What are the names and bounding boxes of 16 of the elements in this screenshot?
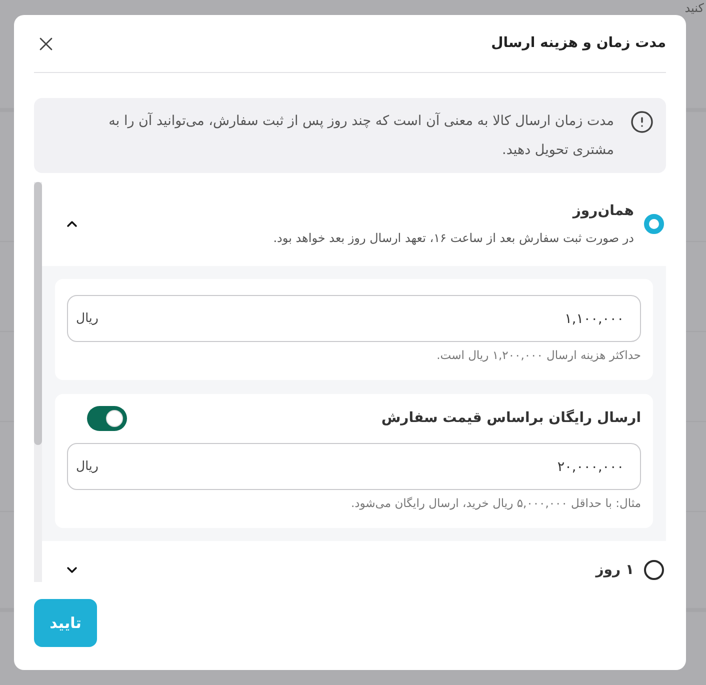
cost-hint: حداکثر هزینه ارسال ۱,۲۰۰,۰۰۰ ریال است. xyxy=(436,347,641,364)
backdrop-text: کنید xyxy=(684,0,704,16)
scrollbar-thumb[interactable] xyxy=(34,182,42,445)
currency-unit: ریال xyxy=(76,457,98,475)
free-shipping-hint: مثال: با حداقل ۵,۰۰۰,۰۰۰ ریال خرید، ارسال رایگان می‌شود. xyxy=(350,495,641,512)
free-shipping-label: ارسال رایگان براساس قیمت سفارش xyxy=(381,408,641,428)
toggle-switch[interactable] xyxy=(87,406,127,431)
option-description: در صورت ثبت سفارش بعد از ساعت ۱۶، تعهد ارسال روز بعد خواهد بود. xyxy=(272,230,634,247)
alert-icon xyxy=(630,110,654,134)
dialog-title: مدت زمان و هزینه ارسال xyxy=(491,34,666,53)
info-text: مدت زمان ارسال کالا به معنی آن است که چند روز پس از ثبت سفارش، می‌توانید آن را به مشتری تحویل دهید. xyxy=(108,112,614,160)
option-label: همان‌روز xyxy=(571,202,634,221)
currency-unit: ریال xyxy=(76,309,98,327)
radio-button[interactable] xyxy=(644,214,664,234)
option-label: ۱ روز xyxy=(594,561,634,580)
radio-button[interactable] xyxy=(644,560,664,580)
